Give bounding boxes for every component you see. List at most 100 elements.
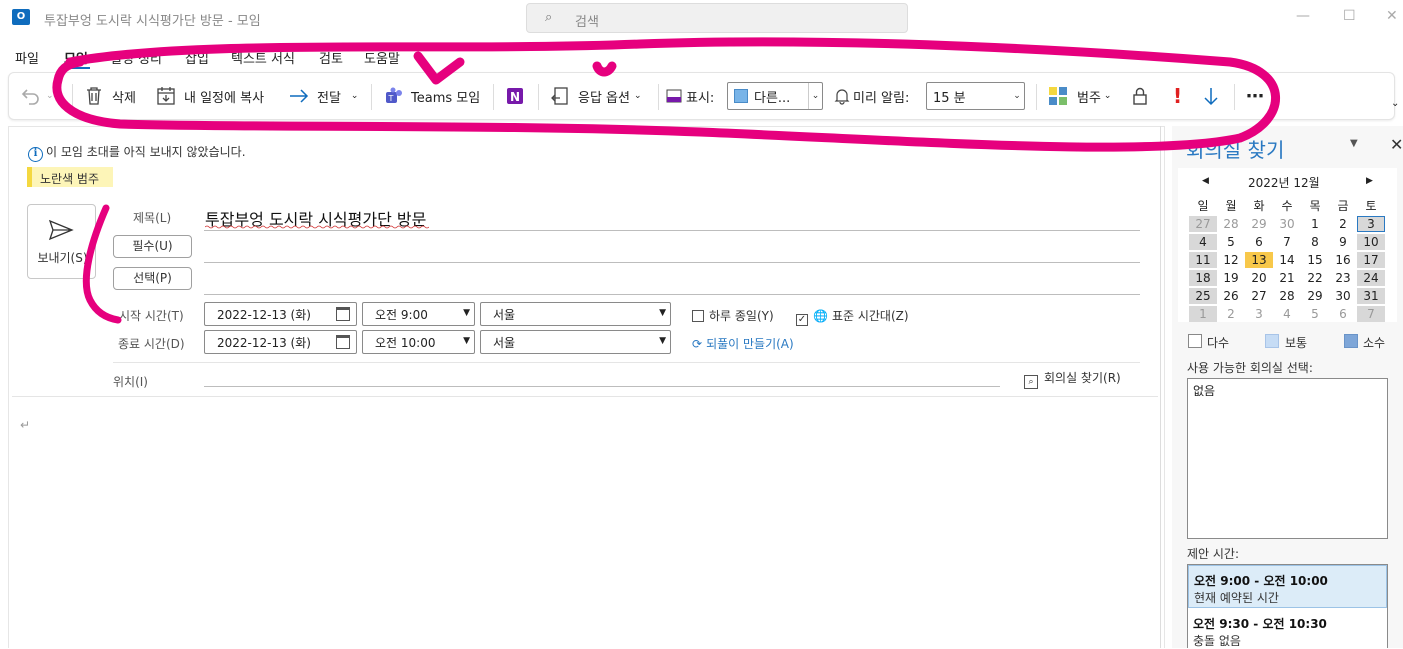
delete-button[interactable]: 삭제 — [85, 72, 136, 120]
send-button[interactable]: 보내기(S) — [27, 204, 96, 279]
calendar-day[interactable]: 13 — [1245, 252, 1273, 268]
required-attendees-button[interactable]: 필수(U) — [113, 235, 192, 258]
calendar-day[interactable]: 22 — [1301, 270, 1329, 286]
calendar-day[interactable]: 1 — [1301, 216, 1329, 232]
calendar-day[interactable]: 27 — [1189, 216, 1217, 232]
calendar-day[interactable]: 20 — [1245, 270, 1273, 286]
calendar-day[interactable]: 12 — [1217, 252, 1245, 268]
calendar-day[interactable]: 4 — [1273, 306, 1301, 322]
tab-schedule[interactable]: 일정 정리 — [110, 48, 162, 67]
end-time-select[interactable]: 오전 10:00 ▼ — [362, 330, 475, 354]
onenote-button[interactable]: N — [505, 72, 525, 120]
calendar-day[interactable]: 7 — [1273, 234, 1301, 250]
calendar-day[interactable]: 3 — [1245, 306, 1273, 322]
tab-help[interactable]: 도움말 — [364, 48, 400, 67]
calendar-day[interactable]: 16 — [1329, 252, 1357, 268]
categorize-button[interactable]: 범주 ⌄ — [1048, 72, 1111, 120]
time-zones-toggle[interactable]: ✓ 🌐 표준 시간대(Z) — [796, 307, 909, 326]
category-badge[interactable]: 노란색 범주 — [27, 167, 113, 187]
all-day-checkbox[interactable]: 하루 종일(Y) — [692, 307, 774, 324]
calendar-day[interactable]: 29 — [1301, 288, 1329, 304]
exclamation-icon[interactable]: ! — [1173, 72, 1182, 120]
calendar-day[interactable]: 6 — [1245, 234, 1273, 250]
spellcheck-underline — [205, 225, 429, 229]
end-date-picker[interactable]: 2022-12-13 (화) — [204, 330, 357, 354]
maximize-icon[interactable]: ☐ — [1343, 8, 1356, 24]
response-options-button[interactable]: 응답 옵션 ⌄ — [550, 72, 642, 120]
prev-month-icon[interactable]: ◀ — [1202, 176, 1209, 186]
start-timezone-select[interactable]: 서울 ▼ — [480, 302, 671, 326]
optional-attendees-button[interactable]: 선택(P) — [113, 267, 192, 290]
calendar-day[interactable]: 26 — [1217, 288, 1245, 304]
calendar-day[interactable]: 17 — [1357, 252, 1385, 268]
tab-format-text[interactable]: 텍스트 서식 — [231, 48, 295, 67]
copy-to-calendar-button[interactable]: 내 일정에 복사 — [156, 72, 264, 120]
tab-meeting[interactable]: 모임 — [64, 48, 88, 67]
calendar-day[interactable]: 29 — [1245, 216, 1273, 232]
calendar-day[interactable]: 9 — [1329, 234, 1357, 250]
calendar-day[interactable]: 30 — [1329, 288, 1357, 304]
close-window-icon[interactable]: ✕ — [1386, 8, 1398, 24]
start-date-picker[interactable]: 2022-12-13 (화) — [204, 302, 357, 326]
search-input[interactable]: ⌕ 검색 — [526, 3, 908, 33]
calendar-day[interactable]: 24 — [1357, 270, 1385, 286]
calendar-day[interactable]: 11 — [1189, 252, 1217, 268]
calendar-day[interactable]: 18 — [1189, 270, 1217, 286]
pane-divider[interactable] — [1160, 126, 1161, 648]
calendar-day[interactable]: 19 — [1217, 270, 1245, 286]
forward-button[interactable]: 전달 ⌄ — [289, 72, 358, 120]
next-month-icon[interactable]: ▶ — [1366, 176, 1373, 186]
show-as-select[interactable]: 다른... ⌄ — [727, 82, 823, 110]
optional-attendees-input[interactable] — [204, 294, 1140, 295]
calendar-day[interactable]: 2 — [1217, 306, 1245, 322]
calendar-day[interactable]: 15 — [1301, 252, 1329, 268]
calendar-day[interactable]: 14 — [1273, 252, 1301, 268]
calendar-day[interactable]: 6 — [1329, 306, 1357, 322]
calendar-day[interactable]: 28 — [1273, 288, 1301, 304]
location-input[interactable] — [204, 386, 1000, 387]
reminder-select[interactable]: 15 분 ⌄ — [926, 82, 1025, 110]
calendar-day[interactable]: 27 — [1245, 288, 1273, 304]
end-timezone-select[interactable]: 서울 ▼ — [480, 330, 671, 354]
start-time-select[interactable]: 오전 9:00 ▼ — [362, 302, 475, 326]
recurrence-link[interactable]: ⟳ 되풀이 만들기(A) — [692, 335, 794, 352]
suggestion-item[interactable]: 오전 9:00 - 오전 10:00 현재 예약된 시간 — [1188, 565, 1387, 608]
low-importance-button[interactable] — [1203, 72, 1219, 120]
calendar-day[interactable]: 2 — [1329, 216, 1357, 232]
suggestion-item[interactable]: 오전 9:30 - 오전 10:30 충돌 없음 — [1188, 609, 1387, 649]
undo-button[interactable]: ⌄ — [20, 72, 54, 120]
required-attendees-input[interactable] — [204, 262, 1140, 263]
minimize-icon[interactable]: — — [1296, 8, 1310, 24]
calendar-day[interactable]: 8 — [1301, 234, 1329, 250]
calendar-day[interactable]: 3 — [1357, 216, 1385, 232]
ribbon-collapse-icon[interactable]: ⌄ — [1391, 98, 1399, 109]
teams-meeting-button[interactable]: T Teams 모임 — [384, 72, 480, 120]
room-list[interactable]: 없음 — [1187, 378, 1388, 539]
room-list-item[interactable]: 없음 — [1193, 382, 1215, 399]
pane-menu-icon[interactable]: ▼ — [1350, 138, 1358, 149]
calendar-day[interactable]: 25 — [1189, 288, 1217, 304]
tab-file[interactable]: 파일 — [15, 48, 39, 67]
room-finder-button[interactable]: ⌕ 회의실 찾기(R) — [1024, 369, 1121, 389]
calendar-day[interactable]: 21 — [1273, 270, 1301, 286]
calendar-day[interactable]: 4 — [1189, 234, 1217, 250]
calendar-day[interactable]: 7 — [1357, 306, 1385, 322]
room-finder-title: 회의실 찾기 — [1186, 138, 1285, 162]
calendar-day[interactable]: 30 — [1273, 216, 1301, 232]
calendar-day[interactable]: 23 — [1329, 270, 1357, 286]
tab-review[interactable]: 검토 — [319, 48, 343, 67]
calendar-day[interactable]: 5 — [1301, 306, 1329, 322]
calendar-day[interactable]: 5 — [1217, 234, 1245, 250]
close-icon[interactable]: ✕ — [1390, 135, 1403, 154]
private-button[interactable] — [1132, 72, 1148, 120]
tab-insert[interactable]: 삽입 — [185, 48, 209, 67]
calendar-day[interactable]: 31 — [1357, 288, 1385, 304]
calendar-day[interactable]: 28 — [1217, 216, 1245, 232]
teams-icon: T — [386, 87, 402, 103]
message-body[interactable]: ↵ — [20, 418, 30, 432]
show-as-label: 표시: — [686, 90, 715, 106]
calendar-day[interactable]: 10 — [1357, 234, 1385, 250]
legend-swatch-medium — [1265, 334, 1279, 348]
calendar-day[interactable]: 1 — [1189, 306, 1217, 322]
more-icon[interactable]: ⋯ — [1246, 72, 1264, 120]
